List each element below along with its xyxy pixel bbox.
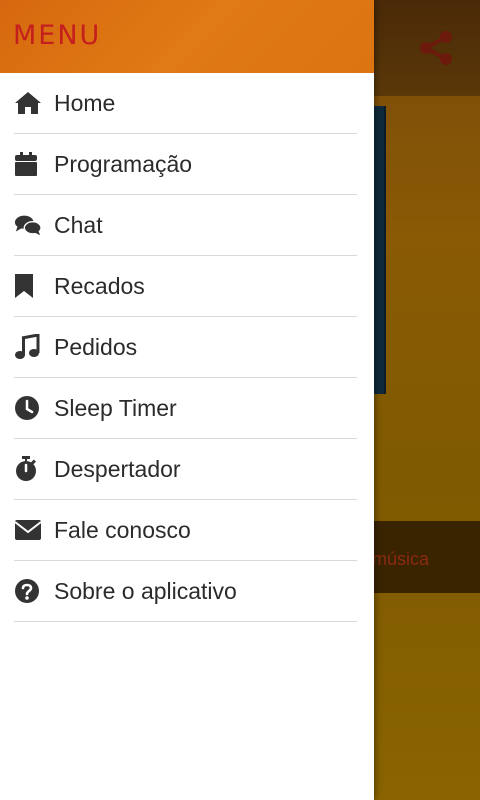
menu-item-sleep-timer[interactable]: Sleep Timer [14,378,357,439]
home-icon [14,89,42,117]
drawer-title: MENU [13,20,102,51]
menu-list: Home Programação Chat Recados Pedidos Sl… [0,73,374,622]
menu-item-home[interactable]: Home [14,73,357,134]
menu-item-label: Chat [54,211,103,238]
menu-item-chat[interactable]: Chat [14,195,357,256]
menu-item-sobre[interactable]: Sobre o aplicativo [14,561,357,622]
menu-item-label: Despertador [54,455,181,482]
menu-item-label: Programação [54,150,193,177]
menu-item-label: Pedidos [54,333,138,360]
menu-item-fale-conosco[interactable]: Fale conosco [14,500,357,561]
drawer-header: MENU [0,0,374,73]
music-note-icon [14,333,42,361]
menu-item-despertador[interactable]: Despertador [14,439,357,500]
menu-item-label: Fale conosco [54,516,191,543]
clock-icon [14,394,42,422]
menu-item-label: Recados [54,272,145,299]
envelope-icon [14,516,42,544]
bookmark-icon [14,272,42,300]
share-icon [416,28,456,68]
stopwatch-icon [14,455,42,483]
menu-item-label: Sleep Timer [54,394,177,421]
share-button[interactable] [416,28,456,68]
menu-item-label: Home [54,89,116,116]
menu-item-programacao[interactable]: Programação [14,134,357,195]
chat-icon [14,211,42,239]
calendar-icon [14,150,42,178]
question-circle-icon [14,577,42,605]
menu-item-recados[interactable]: Recados [14,256,357,317]
navigation-drawer: MENU Home Programação Chat Recados Pedid… [0,0,374,800]
menu-item-label: Sobre o aplicativo [54,577,237,604]
menu-item-pedidos[interactable]: Pedidos [14,317,357,378]
now-playing-text: música [372,549,430,569]
